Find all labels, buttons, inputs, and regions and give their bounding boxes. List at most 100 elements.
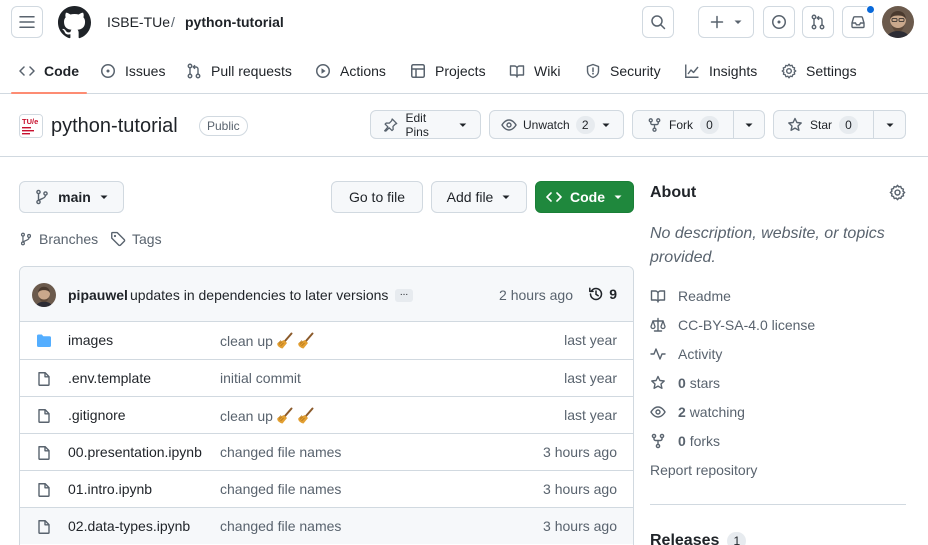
go-to-file-button[interactable]: Go to file: [331, 181, 423, 213]
fork-dropdown-button[interactable]: [733, 111, 764, 138]
create-new-button[interactable]: [698, 6, 754, 38]
fork-main[interactable]: Fork 0: [633, 111, 733, 138]
file-commit-message-link[interactable]: clean up: [220, 332, 315, 350]
license-link[interactable]: CC-BY-SA-4.0 license: [650, 317, 815, 333]
file-commit-message: changed file names: [220, 444, 342, 460]
tag-icon: [111, 231, 126, 247]
inbox-button[interactable]: [842, 5, 875, 38]
broom-emoji-icon: [297, 332, 315, 350]
file-name-link[interactable]: 00.presentation.ipynb: [68, 444, 202, 460]
repo-title[interactable]: python-tutorial: [51, 113, 178, 139]
star-main[interactable]: Star 0: [774, 111, 873, 138]
code-label: Code: [570, 189, 605, 205]
fork-button[interactable]: Fork 0: [632, 110, 765, 139]
tab-issues[interactable]: Issues: [100, 48, 165, 94]
file-commit-time: 3 hours ago: [543, 481, 617, 497]
watching-link[interactable]: 2 watching: [650, 404, 745, 420]
fork-label: Fork: [669, 117, 693, 132]
commit-message-link[interactable]: updates in dependencies to later version…: [130, 287, 388, 303]
star-button[interactable]: Star 0: [773, 110, 906, 139]
stars-link[interactable]: 0 stars: [650, 375, 720, 391]
tab-code[interactable]: Code: [19, 48, 79, 94]
tab-pull-requests[interactable]: Pull requests: [186, 48, 292, 94]
file-name-link[interactable]: 01.intro.ipynb: [68, 481, 152, 497]
gear-icon[interactable]: [889, 184, 906, 201]
file-icon: [38, 483, 50, 497]
search-icon: [651, 15, 666, 30]
go-to-file-label: Go to file: [348, 189, 406, 205]
tab-wiki[interactable]: Wiki: [509, 48, 560, 94]
issue-opened-icon: [772, 15, 786, 29]
breadcrumb-separator: /: [171, 14, 175, 30]
branch-select-button[interactable]: main: [19, 181, 124, 213]
star-count: 0: [839, 115, 859, 134]
book-icon: [509, 65, 525, 78]
commit-history-link[interactable]: 9: [588, 286, 617, 302]
commit-author-link[interactable]: pipauwel: [68, 287, 128, 303]
commit-expand-button[interactable]: ...: [395, 288, 413, 302]
file-name-link[interactable]: 02.data-types.ipynb: [68, 518, 190, 534]
issues-button[interactable]: [763, 6, 795, 38]
file-commit-message-link[interactable]: changed file names: [220, 481, 341, 497]
report-repository-link[interactable]: Report repository: [650, 462, 757, 478]
releases-heading[interactable]: Releases 1: [650, 532, 747, 545]
readme-label: Readme: [678, 288, 731, 304]
commit-author-avatar[interactable]: [32, 283, 56, 307]
file-commit-time: last year: [564, 370, 617, 386]
activity-link[interactable]: Activity: [650, 346, 722, 362]
folder-type-icon: [36, 333, 52, 349]
file-name-link[interactable]: .gitignore: [68, 407, 126, 423]
sidebar-divider: [650, 504, 906, 505]
file-commit-message: clean up: [220, 408, 273, 424]
git-pull-request-icon: [187, 63, 201, 79]
latest-commit-bar: pipauwel updates in dependencies to late…: [20, 267, 633, 322]
add-file-label: Add file: [446, 189, 494, 205]
caret-down-icon: [734, 20, 742, 24]
forks-link[interactable]: 0 forks: [650, 433, 720, 449]
file-row[interactable]: .gitignore clean up last year: [20, 396, 633, 433]
code-button[interactable]: Code: [535, 181, 634, 213]
tags-link[interactable]: Tags: [110, 231, 162, 247]
pull-requests-button[interactable]: [802, 6, 834, 38]
file-row[interactable]: 02.data-types.ipynb changed file names 3 h…: [20, 507, 633, 544]
file-row[interactable]: .env.template initial commit last year: [20, 359, 633, 396]
tab-settings[interactable]: Settings: [781, 48, 857, 94]
file-commit-message-link[interactable]: initial commit: [220, 370, 301, 386]
tab-label: Wiki: [534, 63, 561, 79]
branches-link[interactable]: Branches: [19, 231, 98, 247]
readme-link[interactable]: Readme: [650, 288, 731, 304]
github-logo-icon[interactable]: [58, 6, 91, 39]
edit-pins-button[interactable]: Edit Pins: [370, 110, 481, 139]
breadcrumb-owner-link[interactable]: ISBE-TUe: [107, 13, 170, 31]
search-button[interactable]: [642, 6, 674, 38]
commit-count: 9: [609, 286, 617, 302]
tab-projects[interactable]: Projects: [410, 48, 486, 94]
star-label: Star: [810, 117, 833, 132]
file-row[interactable]: 00.presentation.ipynb changed file names 3…: [20, 433, 633, 470]
eye-icon: [650, 406, 666, 418]
file-commit-message-link[interactable]: changed file names: [220, 518, 341, 534]
file-name-link[interactable]: .env.template: [68, 370, 151, 386]
tab-security[interactable]: Security: [585, 48, 661, 94]
issue-opened-icon: [101, 64, 115, 78]
file-commit-message-link[interactable]: changed file names: [220, 444, 341, 460]
about-title: About: [650, 184, 697, 201]
star-dropdown-button[interactable]: [873, 111, 905, 138]
user-avatar[interactable]: [882, 6, 914, 38]
add-file-button[interactable]: Add file: [431, 181, 527, 213]
file-row[interactable]: 01.intro.ipynb changed file names 3 hours …: [20, 470, 633, 507]
tab-actions[interactable]: Actions: [315, 48, 386, 94]
file-name-link[interactable]: images: [68, 332, 113, 348]
file-icon: [38, 520, 50, 534]
menu-button[interactable]: [11, 6, 43, 38]
unwatch-button[interactable]: Unwatch 2: [489, 110, 624, 139]
file-row[interactable]: images clean up last year: [20, 322, 633, 359]
file-commit-message-link[interactable]: clean up: [220, 407, 315, 425]
repo-forked-icon: [648, 117, 661, 132]
breadcrumb-repo-link[interactable]: python-tutorial: [185, 13, 284, 31]
license-label: CC-BY-SA-4.0 license: [678, 317, 816, 333]
tab-label: Security: [610, 63, 661, 79]
tab-insights[interactable]: Insights: [684, 48, 757, 94]
stars-label: stars: [689, 375, 721, 391]
edit-pins-label: Edit Pins: [405, 110, 429, 139]
